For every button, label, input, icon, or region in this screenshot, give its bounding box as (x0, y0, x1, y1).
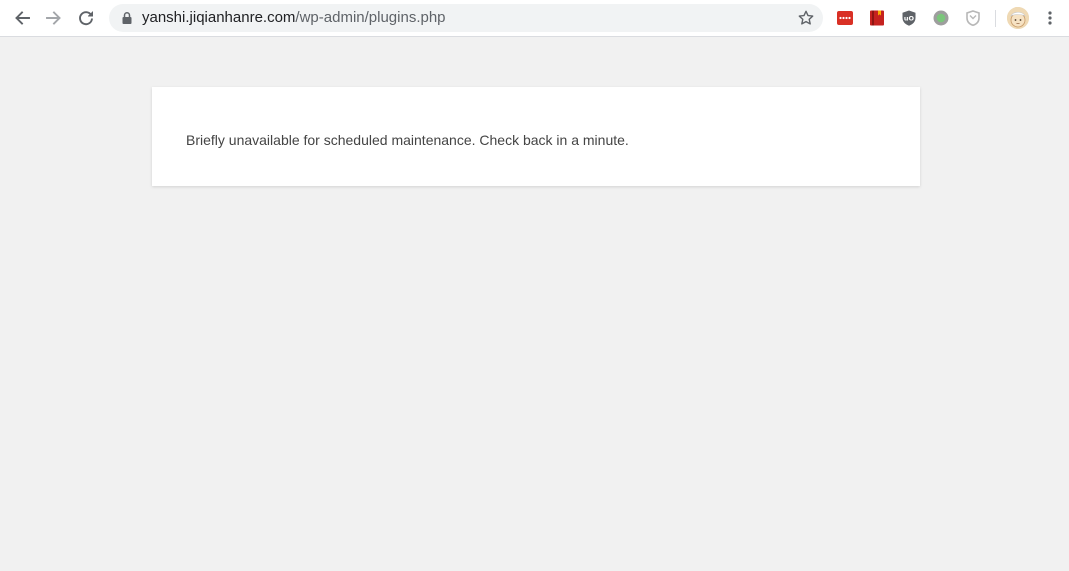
lock-icon[interactable] (120, 11, 134, 25)
ublock-shield-icon: uO (902, 10, 916, 26)
green-circle-extension-button[interactable] (932, 9, 950, 27)
url-host: yanshi.jiqianhanre.com (142, 9, 296, 26)
kebab-menu-icon (1048, 11, 1052, 25)
forward-button[interactable] (41, 5, 67, 31)
maintenance-card: Briefly unavailable for scheduled mainte… (152, 87, 920, 186)
back-button[interactable] (9, 5, 35, 31)
url-text[interactable]: yanshi.jiqianhanre.com/wp-admin/plugins.… (142, 10, 446, 26)
browser-toolbar: yanshi.jiqianhanre.com/wp-admin/plugins.… (0, 0, 1069, 37)
red-book-extension-icon (870, 10, 884, 26)
bookmark-star-button[interactable] (795, 7, 817, 29)
red-dots-extension-button[interactable] (836, 9, 854, 27)
grey-shield-extension-button[interactable] (964, 9, 982, 27)
red-book-extension-button[interactable] (868, 9, 886, 27)
browser-menu-button[interactable] (1040, 7, 1060, 29)
svg-text:uO: uO (904, 14, 915, 22)
red-dots-extension-icon (837, 11, 853, 25)
reload-button[interactable] (73, 5, 99, 31)
star-icon (798, 10, 814, 25)
maintenance-message: Briefly unavailable for scheduled mainte… (186, 132, 629, 148)
back-arrow-icon (15, 11, 30, 25)
profile-avatar[interactable] (1007, 7, 1029, 29)
grey-shield-extension-icon (966, 10, 980, 27)
url-path: /wp-admin/plugins.php (295, 9, 446, 26)
toolbar-separator (995, 10, 996, 27)
forward-arrow-icon (46, 11, 61, 25)
address-bar[interactable]: yanshi.jiqianhanre.com/wp-admin/plugins.… (109, 4, 823, 32)
green-circle-extension-icon (933, 10, 949, 26)
ublock-extension-button[interactable]: uO (900, 9, 918, 27)
profile-avatar-icon (1007, 7, 1029, 29)
reload-icon (79, 11, 93, 26)
